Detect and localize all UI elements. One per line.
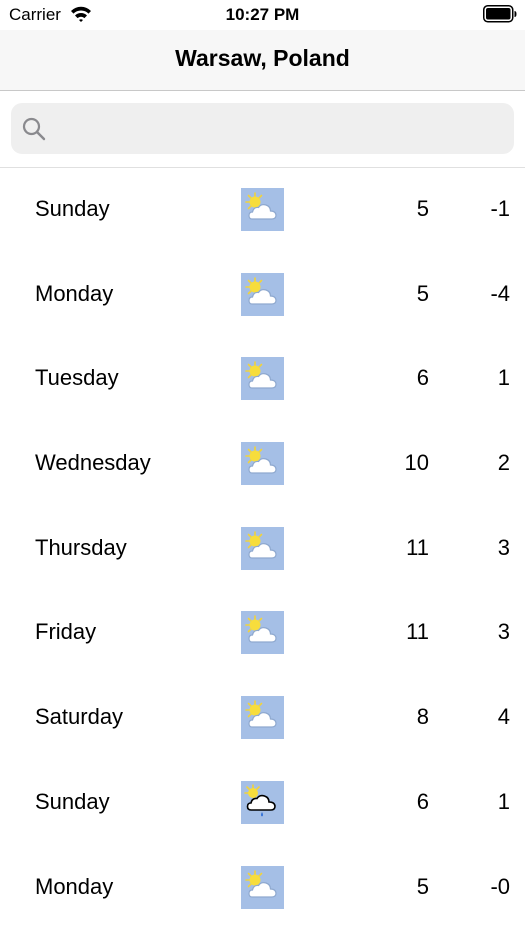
forecast-list: Sunday 5 -1 Monday 5 -4 Tuesday 6 1 Wedn… (0, 168, 525, 930)
partly-cloudy-icon (241, 865, 284, 909)
high-temp: 5 (416, 280, 429, 306)
forecast-row[interactable]: Wednesday 10 2 (0, 422, 525, 507)
high-temp: 11 (406, 619, 429, 645)
day-label: Sunday (35, 788, 110, 814)
day-label: Wednesday (35, 450, 151, 476)
partly-cloudy-icon (241, 188, 284, 231)
search-bar (0, 91, 525, 168)
forecast-row[interactable]: Sunday 5 -1 (0, 168, 525, 253)
high-temp: 5 (416, 873, 429, 899)
low-temp: -1 (490, 196, 510, 221)
forecast-row[interactable]: Saturday 8 4 (0, 676, 525, 761)
high-temp: 6 (416, 788, 429, 814)
day-label: Saturday (35, 704, 124, 730)
partly-cloudy-icon (241, 526, 284, 570)
day-label: Monday (35, 280, 114, 306)
partly-cloudy-icon (241, 442, 284, 486)
low-temp: 3 (497, 534, 510, 560)
high-temp: 10 (404, 450, 429, 476)
navigation-bar: Warsaw, Poland (0, 30, 525, 91)
low-temp: 1 (497, 788, 510, 814)
low-temp: -4 (490, 280, 510, 306)
search-icon (22, 117, 46, 146)
day-label: Thursday (35, 534, 127, 560)
low-temp: 2 (497, 450, 510, 476)
day-label: Tuesday (35, 365, 119, 391)
low-temp: 3 (497, 619, 510, 645)
high-temp: 11 (406, 534, 429, 560)
high-temp: 8 (416, 704, 429, 730)
forecast-row[interactable]: Friday 11 3 (0, 591, 525, 676)
battery-icon (483, 5, 517, 28)
day-label: Friday (35, 619, 97, 645)
status-bar: Carrier 10:27 PM (0, 0, 525, 30)
low-temp: 1 (497, 365, 510, 391)
forecast-row[interactable]: Sunday 6 1 (0, 761, 525, 846)
high-temp: 5 (416, 196, 429, 221)
partly-cloudy-icon (241, 611, 284, 655)
partly-cloudy-icon (241, 272, 284, 316)
partly-cloudy-icon (241, 357, 284, 401)
day-label: Monday (35, 873, 114, 899)
page-title: Warsaw, Poland (175, 45, 350, 71)
low-temp: -0 (490, 873, 510, 899)
search-input[interactable] (11, 103, 514, 154)
forecast-row[interactable]: Thursday 11 3 (0, 507, 525, 592)
rain-icon (241, 780, 284, 824)
forecast-row[interactable]: Tuesday 6 1 (0, 337, 525, 422)
high-temp: 6 (416, 365, 429, 391)
forecast-row[interactable]: Monday 5 -4 (0, 253, 525, 338)
status-time: 10:27 PM (225, 5, 300, 24)
partly-cloudy-icon (241, 696, 284, 740)
low-temp: 4 (497, 704, 510, 730)
day-label: Sunday (35, 196, 110, 221)
forecast-row[interactable]: Monday 5 -0 (0, 846, 525, 931)
